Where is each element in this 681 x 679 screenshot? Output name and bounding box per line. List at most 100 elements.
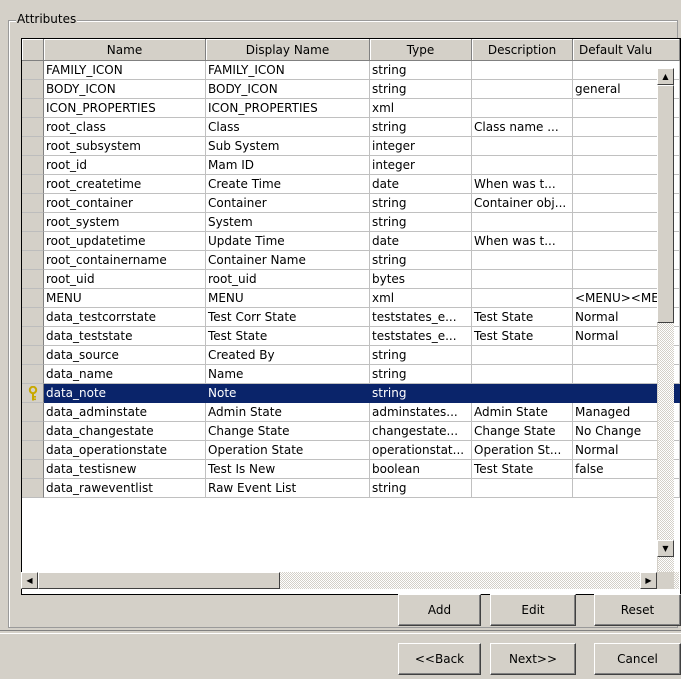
row-header[interactable] [22,441,44,460]
cell-description[interactable] [472,289,573,308]
row-header[interactable] [22,384,44,403]
table-row[interactable]: data_teststate Test State teststates_e... T… [22,327,680,346]
cell-description[interactable]: Operation St... [472,441,573,460]
table-row[interactable]: root_class Class string Class name ... [22,118,680,137]
cell-name[interactable]: root_createtime [44,175,206,194]
cell-type[interactable]: teststates_e... [370,308,472,327]
cell-type[interactable]: xml [370,289,472,308]
edit-button[interactable]: Edit [490,594,576,626]
cell-description[interactable]: Admin State [472,403,573,422]
cell-display-name[interactable]: MENU [206,289,370,308]
scroll-up-button[interactable]: ▲ [657,68,674,85]
cell-name[interactable]: data_changestate [44,422,206,441]
cell-display-name[interactable]: BODY_ICON [206,80,370,99]
cell-display-name[interactable]: Mam ID [206,156,370,175]
cell-description[interactable] [472,213,573,232]
cell-type[interactable]: date [370,232,472,251]
cell-description[interactable] [472,99,573,118]
cell-name[interactable]: FAMILY_ICON [44,61,206,80]
cell-display-name[interactable]: Test Corr State [206,308,370,327]
cell-description[interactable]: When was t... [472,175,573,194]
cell-display-name[interactable]: Test State [206,327,370,346]
reset-button[interactable]: Reset [594,594,681,626]
cell-display-name[interactable]: Update Time [206,232,370,251]
cell-name[interactable]: root_system [44,213,206,232]
cell-type[interactable]: string [370,384,472,403]
cell-name[interactable]: data_testisnew [44,460,206,479]
cell-display-name[interactable]: Admin State [206,403,370,422]
scroll-left-button[interactable]: ◀ [21,572,38,589]
cell-display-name[interactable]: Created By [206,346,370,365]
vertical-scroll-thumb[interactable] [657,85,674,323]
cell-description[interactable]: Test State [472,327,573,346]
cell-description[interactable] [472,80,573,99]
row-header[interactable] [22,194,44,213]
table-row[interactable]: root_system System string [22,213,680,232]
column-header-display-name[interactable]: Display Name [206,39,370,61]
cell-name[interactable]: data_note [44,384,206,403]
cell-name[interactable]: root_uid [44,270,206,289]
cell-type[interactable]: string [370,61,472,80]
back-button[interactable]: <<Back [398,643,481,675]
cell-name[interactable]: ICON_PROPERTIES [44,99,206,118]
table-row[interactable]: FAMILY_ICON FAMILY_ICON string [22,61,680,80]
cell-name[interactable]: data_raweventlist [44,479,206,498]
cell-name[interactable]: root_containername [44,251,206,270]
cell-description[interactable] [472,61,573,80]
cell-display-name[interactable]: Container [206,194,370,213]
cell-type[interactable]: boolean [370,460,472,479]
cell-type[interactable]: string [370,80,472,99]
cell-display-name[interactable]: Class [206,118,370,137]
table-row[interactable]: data_name Name string [22,365,680,384]
cell-type[interactable]: string [370,251,472,270]
cell-display-name[interactable]: Name [206,365,370,384]
table-row[interactable]: data_source Created By string [22,346,680,365]
column-header-name[interactable]: Name [44,39,206,61]
row-header[interactable] [22,61,44,80]
cell-name[interactable]: root_updatetime [44,232,206,251]
cell-name[interactable]: MENU [44,289,206,308]
column-header-type[interactable]: Type [370,39,472,61]
row-header[interactable] [22,80,44,99]
cell-description[interactable]: Container obj... [472,194,573,213]
column-header-default-value[interactable]: Default Valu [573,39,680,61]
row-header[interactable] [22,308,44,327]
row-header[interactable] [22,99,44,118]
table-row[interactable]: BODY_ICON BODY_ICON string general [22,80,680,99]
column-header-description[interactable]: Description [472,39,573,61]
row-header[interactable] [22,137,44,156]
table-row[interactable]: data_adminstate Admin State adminstates...… [22,403,680,422]
table-row[interactable]: root_createtime Create Time date When was t… [22,175,680,194]
cell-display-name[interactable]: Note [206,384,370,403]
row-header[interactable] [22,422,44,441]
cell-name[interactable]: root_container [44,194,206,213]
table-row[interactable]: data_operationstate Operation State operat… [22,441,680,460]
table-row[interactable]: ICON_PROPERTIES ICON_PROPERTIES xml [22,99,680,118]
table-row[interactable]: data_raweventlist Raw Event List string [22,479,680,498]
scroll-right-button[interactable]: ▶ [640,572,657,589]
cell-description[interactable] [472,346,573,365]
cell-name[interactable]: data_testcorrstate [44,308,206,327]
cell-type[interactable]: bytes [370,270,472,289]
cell-type[interactable]: adminstates... [370,403,472,422]
cell-type[interactable]: string [370,365,472,384]
cell-description[interactable] [472,384,573,403]
row-header[interactable] [22,365,44,384]
cell-name[interactable]: data_operationstate [44,441,206,460]
row-header[interactable] [22,156,44,175]
cell-name[interactable]: data_adminstate [44,403,206,422]
cell-type[interactable]: string [370,213,472,232]
cell-type[interactable]: xml [370,99,472,118]
row-header[interactable] [22,251,44,270]
table-row[interactable]: data_changestate Change State changestate.… [22,422,680,441]
table-row[interactable]: root_subsystem Sub System integer [22,137,680,156]
row-header[interactable] [22,232,44,251]
row-header[interactable] [22,289,44,308]
table-row[interactable]: root_uid root_uid bytes [22,270,680,289]
table-row[interactable]: root_updatetime Update Time date When was t… [22,232,680,251]
cell-description[interactable] [472,270,573,289]
row-header[interactable] [22,118,44,137]
table-row[interactable]: data_testisnew Test Is New boolean Test Sta… [22,460,680,479]
cell-display-name[interactable]: Raw Event List [206,479,370,498]
cell-type[interactable]: string [370,479,472,498]
